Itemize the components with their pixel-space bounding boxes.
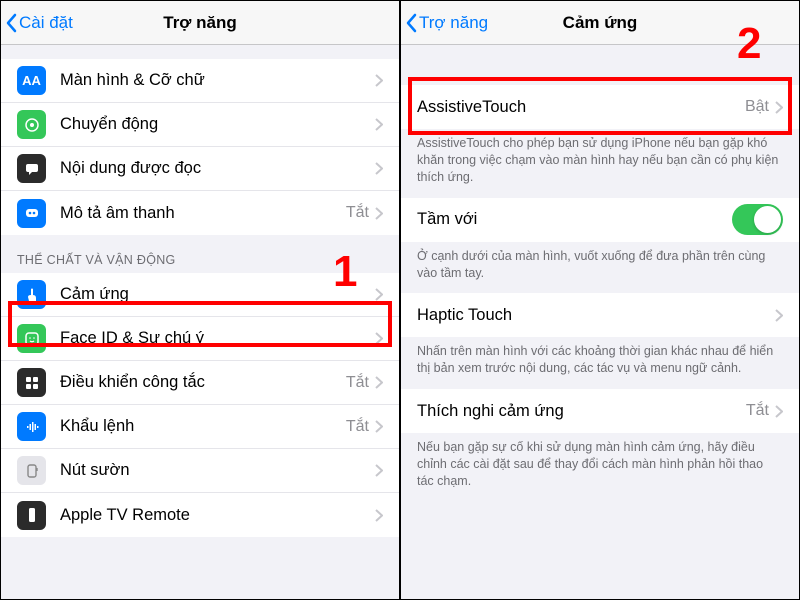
chevron-left-icon	[405, 13, 417, 33]
row-label: Khẩu lệnh	[60, 417, 346, 436]
row-appletv-remote[interactable]: Apple TV Remote	[1, 493, 399, 537]
footer-reachability: Ở cạnh dưới của màn hình, vuốt xuống để …	[401, 242, 799, 294]
group-reachability: Tầm với	[401, 198, 799, 242]
switch-control-icon	[17, 368, 46, 397]
back-button[interactable]: Trợ năng	[401, 13, 488, 33]
chevron-right-icon	[775, 101, 783, 114]
row-reachability[interactable]: Tầm với	[401, 198, 799, 242]
text-size-icon: AA	[17, 66, 46, 95]
speech-bubble-icon	[17, 154, 46, 183]
toggle-reachability[interactable]	[732, 204, 783, 235]
row-assistivetouch[interactable]: AssistiveTouch Bật	[401, 85, 799, 129]
row-trailing	[375, 118, 383, 131]
chevron-right-icon	[375, 376, 383, 389]
row-touch[interactable]: Cảm ứng	[1, 273, 399, 317]
row-faceid[interactable]: Face ID & Sự chú ý	[1, 317, 399, 361]
faceid-icon	[17, 324, 46, 353]
chevron-right-icon	[375, 464, 383, 477]
voice-icon	[17, 412, 46, 441]
footer-touch-accommodations: Nếu bạn gặp sự cố khi sử dụng màn hình c…	[401, 433, 799, 502]
chevron-left-icon	[5, 13, 17, 33]
row-trailing	[375, 74, 383, 87]
row-label: AssistiveTouch	[417, 98, 745, 117]
chevron-right-icon	[375, 74, 383, 87]
chevron-right-icon	[375, 420, 383, 433]
row-trailing	[375, 332, 383, 345]
row-label: Tầm với	[417, 210, 732, 229]
row-trailing: Tắt	[346, 418, 383, 436]
footer-assistivetouch: AssistiveTouch cho phép bạn sử dụng iPho…	[401, 129, 799, 198]
row-value: Bật	[745, 98, 769, 116]
row-switch-control[interactable]: Điều khiển công tắc Tắt	[1, 361, 399, 405]
row-trailing: Tắt	[346, 204, 383, 222]
row-touch-accommodations[interactable]: Thích nghi cảm ứng Tắt	[401, 389, 799, 433]
chevron-right-icon	[375, 288, 383, 301]
group-touch-accommodations: Thích nghi cảm ứng Tắt	[401, 389, 799, 433]
row-label: Màn hình & Cỡ chữ	[60, 71, 375, 90]
row-trailing	[732, 204, 783, 235]
row-label: Mô tả âm thanh	[60, 204, 346, 223]
pane-touch: Trợ năng Cảm ứng AssistiveTouch Bật Assi…	[401, 1, 799, 599]
row-label: Haptic Touch	[417, 306, 775, 325]
row-label: Điều khiển công tắc	[60, 373, 346, 392]
row-haptic-touch[interactable]: Haptic Touch	[401, 293, 799, 337]
group-haptic: Haptic Touch	[401, 293, 799, 337]
row-label: Cảm ứng	[60, 285, 375, 304]
side-button-icon	[17, 456, 46, 485]
chevron-right-icon	[375, 332, 383, 345]
chevron-right-icon	[375, 162, 383, 175]
row-label: Apple TV Remote	[60, 506, 375, 525]
chevron-right-icon	[375, 207, 383, 220]
row-voice-control[interactable]: Khẩu lệnh Tắt	[1, 405, 399, 449]
row-label: Thích nghi cảm ứng	[417, 402, 746, 421]
back-button[interactable]: Cài đặt	[1, 13, 73, 33]
group-vision: AA Màn hình & Cỡ chữ Chuyển động Nội dun…	[1, 59, 399, 235]
pane-accessibility: Cài đặt Trợ năng AA Màn hình & Cỡ chữ Ch…	[1, 1, 399, 599]
row-trailing: Tắt	[746, 402, 783, 420]
chevron-right-icon	[775, 309, 783, 322]
row-trailing	[375, 509, 383, 522]
row-label: Nội dung được đọc	[60, 159, 375, 178]
row-side-button[interactable]: Nút sườn	[1, 449, 399, 493]
row-value: Tắt	[346, 374, 369, 392]
motion-icon	[17, 110, 46, 139]
chevron-right-icon	[375, 509, 383, 522]
group-assistivetouch: AssistiveTouch Bật	[401, 85, 799, 129]
row-trailing	[375, 162, 383, 175]
row-display-text-size[interactable]: AA Màn hình & Cỡ chữ	[1, 59, 399, 103]
chevron-right-icon	[775, 405, 783, 418]
chevron-right-icon	[375, 118, 383, 131]
row-label: Chuyển động	[60, 115, 375, 134]
row-label: Face ID & Sự chú ý	[60, 329, 375, 348]
row-spoken-content[interactable]: Nội dung được đọc	[1, 147, 399, 191]
row-audio-descriptions[interactable]: Mô tả âm thanh Tắt	[1, 191, 399, 235]
row-value: Tắt	[346, 418, 369, 436]
appletv-remote-icon	[17, 501, 46, 530]
nav-header: Trợ năng Cảm ứng	[401, 1, 799, 45]
row-trailing: Bật	[745, 98, 783, 116]
audio-description-icon	[17, 199, 46, 228]
footer-haptic: Nhấn trên màn hình với các khoảng thời g…	[401, 337, 799, 389]
row-trailing	[375, 464, 383, 477]
touch-icon	[17, 280, 46, 309]
row-trailing: Tắt	[346, 374, 383, 392]
nav-header: Cài đặt Trợ năng	[1, 1, 399, 45]
row-trailing	[775, 309, 783, 322]
row-label: Nút sườn	[60, 461, 375, 480]
row-value: Tắt	[346, 204, 369, 222]
row-motion[interactable]: Chuyển động	[1, 103, 399, 147]
section-header-physical: THỂ CHẤT VÀ VẬN ĐỘNG	[1, 235, 399, 273]
row-trailing	[375, 288, 383, 301]
back-label: Trợ năng	[419, 13, 488, 33]
row-value: Tắt	[746, 402, 769, 420]
back-label: Cài đặt	[19, 13, 73, 33]
group-physical: Cảm ứng Face ID & Sự chú ý Điều khiển cô…	[1, 273, 399, 537]
